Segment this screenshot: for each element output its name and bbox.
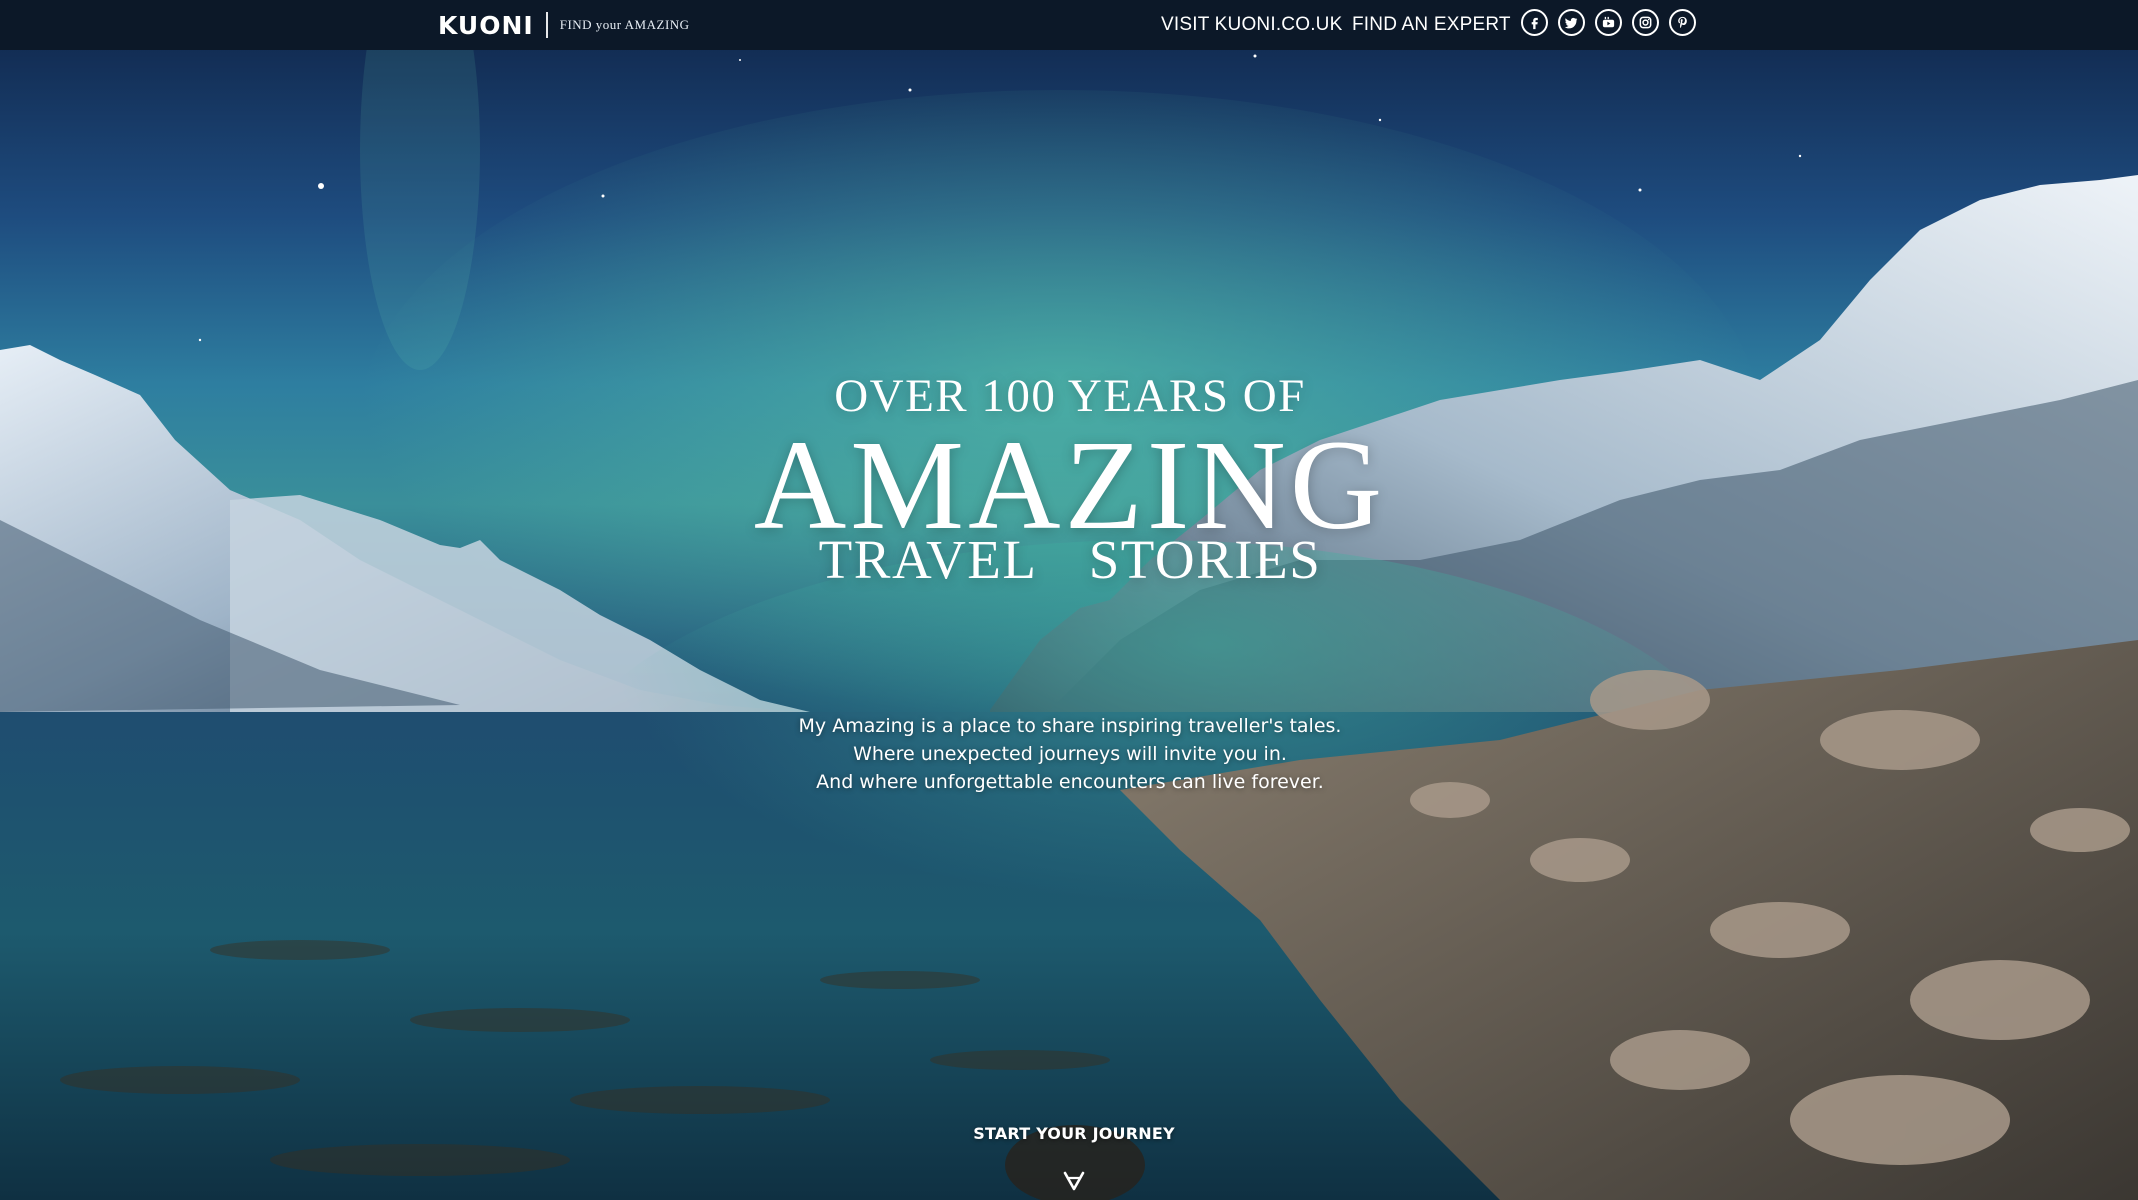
pinterest-icon[interactable] xyxy=(1669,9,1696,36)
landscape-image xyxy=(0,0,2138,1200)
logo-divider xyxy=(545,12,548,38)
tagline-line-2: Where unexpected journeys will invite yo… xyxy=(853,743,1287,765)
social-links xyxy=(1521,9,1696,36)
start-your-journey-button[interactable]: START YOUR JOURNEY xyxy=(934,1124,1214,1143)
twitter-icon[interactable] xyxy=(1558,9,1585,36)
youtube-icon[interactable] xyxy=(1595,9,1622,36)
logo-tagline: FIND your AMAZING xyxy=(559,17,690,32)
hero-background xyxy=(0,0,2138,1200)
visit-kuoni-link[interactable]: VISIT KUONI.CO.UK xyxy=(1161,11,1342,39)
tagline-line-1: My Amazing is a place to share inspiring… xyxy=(798,715,1342,737)
chevron-down-icon[interactable] xyxy=(1061,1167,1087,1193)
kuoni-logo[interactable]: KUONI FIND your AMAZING xyxy=(438,8,690,42)
facebook-icon[interactable] xyxy=(1521,9,1548,36)
find-an-expert-link[interactable]: FIND AN EXPERT xyxy=(1352,11,1511,39)
headline-amazing: AMAZING xyxy=(753,414,1387,556)
hero-tagline: My Amazing is a place to share inspiring… xyxy=(700,712,1440,796)
top-navigation-bar: KUONI FIND your AMAZING VISIT KUONI.CO.U… xyxy=(0,0,2138,50)
tagline-line-3: And where unforgettable encounters can l… xyxy=(816,771,1324,793)
instagram-icon[interactable] xyxy=(1632,9,1659,36)
hero-headline: OVER 100 YEARS OF AMAZING TRAVEL STORIES xyxy=(700,370,1440,588)
logo-wordmark: KUONI xyxy=(438,10,534,40)
